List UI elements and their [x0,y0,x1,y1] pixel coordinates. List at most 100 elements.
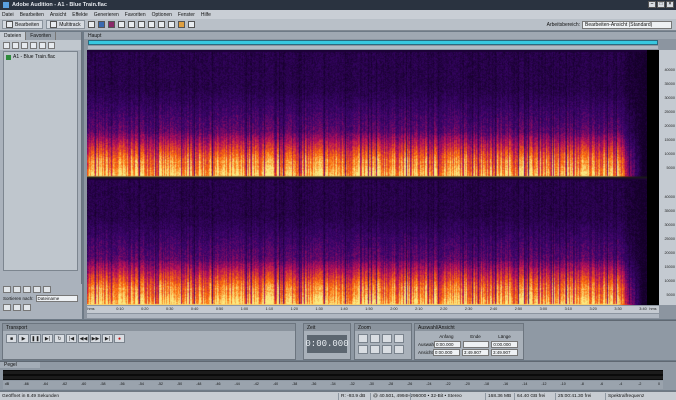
time-ruler[interactable]: hms 0:10 0:20 0:30 0:40 0:50 1:00 1:10 1:20 1:30 1… [87,306,659,313]
loop-icon[interactable] [23,286,31,293]
workspace-value: Bearbeiten-Ansicht (Standard) [585,21,653,28]
pause-button[interactable]: ❚❚ [30,334,41,343]
menu-fenster[interactable]: Fenster [178,12,195,18]
spectral-display[interactable] [87,50,659,305]
overview-scrollbar[interactable] [88,40,658,45]
level-tab[interactable]: Pegel [0,362,40,368]
loop-button[interactable]: ↻ [54,334,65,343]
menu-generieren[interactable]: Generieren [94,12,119,18]
stop-button[interactable]: ■ [6,334,17,343]
menu-optionen[interactable]: Optionen [152,12,172,18]
level-tick-label: -50 [176,382,183,386]
edit-view-label: Bearbeiten [15,21,40,28]
status-bar: Geöffnet in 8.49 Sekunden R: -93.9 dB @ … [0,391,676,400]
autoplay-icon[interactable] [33,286,41,293]
cd-icon[interactable] [87,21,95,28]
zoom-selection-icon[interactable] [394,334,404,343]
tab-dateien[interactable]: Dateien [0,32,27,40]
volume-icon[interactable] [43,286,51,293]
frequency-tick-label: 35000 [664,209,675,213]
view-end-field[interactable]: 3:49.907 [461,348,489,356]
menu-hilfe[interactable]: Hilfe [201,12,211,18]
menu-effekte[interactable]: Effekte [72,12,87,18]
minimize-button[interactable]: – [648,1,656,8]
level-tick-label: -44 [234,382,240,386]
scrub-icon[interactable] [187,21,195,28]
sort-descending-icon[interactable] [13,304,21,311]
view-length-field[interactable]: 3:49.907 [490,348,518,356]
selection-header-row: Anfang Ende Länge [418,332,520,340]
menu-bearbeiten[interactable]: Bearbeiten [20,12,44,18]
record-button[interactable]: ● [114,334,125,343]
multitrack-label: Multitrack [59,21,81,28]
zoom-in-vertical-icon[interactable] [382,345,392,354]
fast-forward-button[interactable]: ▶▶ [90,334,101,343]
time-tick-label: 0:40 [190,307,199,311]
selection-start-field[interactable]: 0:00.000 [434,340,461,348]
sort-dropdown[interactable]: Dateiname [35,295,78,302]
time-tick-label: 1:40 [340,307,348,311]
level-tick-label: -48 [196,382,202,386]
edit-view-button[interactable]: Bearbeiten [2,20,44,29]
hand-icon[interactable] [167,21,175,28]
level-tick-label: -24 [426,382,432,386]
files-footer-tools [0,284,82,295]
level-meter [3,370,663,380]
audition-window: Adobe Audition - A1 - Blue Train.flac – … [0,0,676,400]
view-start-field[interactable]: 0:00.000 [432,348,460,356]
import-icon[interactable] [12,41,19,49]
play-file-icon[interactable] [48,41,55,49]
spectral-view-icon[interactable] [107,21,115,28]
go-to-start-button[interactable]: |◀ [66,334,77,343]
menu-datei[interactable]: Datei [2,12,14,18]
waveform-view-icon[interactable] [97,21,105,28]
brush-icon[interactable] [177,21,185,28]
play-to-end-button[interactable]: ▶| [42,334,53,343]
filter-icon[interactable] [23,304,31,311]
zoom-in-left-icon[interactable] [358,345,368,354]
zoom-controls [355,331,411,357]
list-item[interactable]: A1 - Blue Train.flac [6,54,75,60]
sort-ascending-icon[interactable] [3,304,11,311]
status-message: Geöffnet in 8.49 Sekunden [2,393,59,399]
frequency-tick-label: 35000 [664,82,675,86]
insert-icon[interactable] [39,41,46,49]
multitrack-view-button[interactable]: Multitrack [46,20,85,29]
play-button[interactable]: ▶ [18,334,29,343]
menu-favoriten[interactable]: Favoriten [125,12,146,18]
time-selection-icon[interactable] [137,21,145,28]
marquee-icon[interactable] [147,21,155,28]
zoom-title: Zoom [355,324,411,331]
rewind-button[interactable]: ◀◀ [78,334,89,343]
workspace-selector: Arbeitsbereich: Bearbeiten-Ansicht (Stan… [547,20,672,29]
selection-length-field[interactable]: 0:00.000 [491,340,519,348]
open-file-icon[interactable] [3,41,10,49]
tab-favoriten[interactable]: Favoriten [26,32,57,40]
phase-view-icon[interactable] [127,21,135,28]
close-button[interactable]: × [666,1,674,8]
zoom-full-icon[interactable] [382,334,392,343]
selection-end-field[interactable] [462,340,490,348]
lasso-icon[interactable] [157,21,165,28]
time-tick-label: 1:30 [315,307,323,311]
frequency-tick-label: 5000 [666,293,675,297]
zoom-in-horizontal-icon[interactable] [358,334,368,343]
zoom-out-vertical-icon[interactable] [394,345,404,354]
zoom-in-right-icon[interactable] [370,345,380,354]
menu-ansicht[interactable]: Ansicht [50,12,66,18]
go-to-end-button[interactable]: ▶| [102,334,113,343]
maximize-button[interactable]: □ [657,1,665,8]
horizontal-scrollbar[interactable] [87,314,659,318]
show-info-icon[interactable] [13,286,21,293]
spectrogram-canvas[interactable] [87,50,647,305]
edit-file-icon[interactable] [30,41,37,49]
full-path-icon[interactable] [3,286,11,293]
zoom-out-horizontal-icon[interactable] [370,334,380,343]
close-file-icon[interactable] [21,41,28,49]
level-tick-label: -54 [138,382,144,386]
workspace-dropdown[interactable]: Bearbeiten-Ansicht (Standard) [582,20,672,29]
pan-view-icon[interactable] [117,21,125,28]
vertical-zoom-bar[interactable] [88,46,658,49]
editor-tab[interactable]: Haupt [84,32,676,39]
sort-label: Sortieren nach: [3,296,34,301]
